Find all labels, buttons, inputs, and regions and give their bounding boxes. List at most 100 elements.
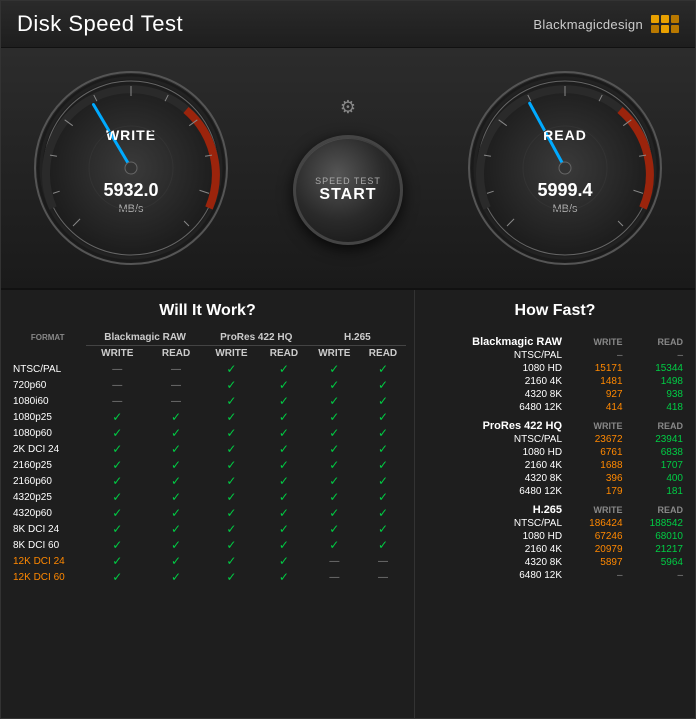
hf-row-label: 1080 HD xyxy=(423,530,566,543)
wit-cell: ✓ xyxy=(259,393,309,409)
data-section: Will It Work? FORMAT Blackmagic RAW ProR… xyxy=(1,290,695,718)
sq5 xyxy=(661,25,669,33)
wit-cell: ✓ xyxy=(360,377,406,393)
brand-squares xyxy=(651,15,679,33)
hf-write-val: – xyxy=(566,349,626,362)
brand-logo: Blackmagicdesign xyxy=(533,15,679,33)
start-button-line2: START xyxy=(319,186,376,204)
sq1 xyxy=(651,15,659,23)
wit-cell: ✓ xyxy=(204,393,259,409)
wit-cell: ✓ xyxy=(204,409,259,425)
wit-cell: ✓ xyxy=(86,521,148,537)
wit-cell: ✓ xyxy=(148,489,204,505)
hf-read-header: READ xyxy=(627,498,687,517)
start-button[interactable]: SPEED TEST START xyxy=(293,135,403,245)
wit-row-label: 2160p60 xyxy=(9,473,86,489)
hf-write-header: WRITE xyxy=(566,498,626,517)
hf-read-val: 400 xyxy=(627,472,687,485)
wit-cell: ✓ xyxy=(309,537,360,553)
hf-write-val: 67246 xyxy=(566,530,626,543)
hf-row-label: NTSC/PAL xyxy=(423,433,566,446)
wit-cell: — xyxy=(86,393,148,409)
wit-cell: ✓ xyxy=(86,553,148,569)
sq2 xyxy=(661,15,669,23)
hf-read-val: 15344 xyxy=(627,362,687,375)
wit-cell: ✓ xyxy=(309,377,360,393)
wit-cell: ✓ xyxy=(259,521,309,537)
wit-cell: ✓ xyxy=(360,361,406,377)
wit-cell: ✓ xyxy=(360,473,406,489)
wit-cell: ✓ xyxy=(148,537,204,553)
hf-row-label: 6480 12K xyxy=(423,569,566,582)
wit-cell: ✓ xyxy=(86,409,148,425)
hf-row-label: 1080 HD xyxy=(423,362,566,375)
wit-cell: ✓ xyxy=(204,537,259,553)
format-header: FORMAT xyxy=(9,330,86,346)
hf-write-val: – xyxy=(566,569,626,582)
hf-read-val: 23941 xyxy=(627,433,687,446)
wit-cell: ✓ xyxy=(148,457,204,473)
wit-cell: ✓ xyxy=(360,505,406,521)
wit-row-label: 1080i60 xyxy=(9,393,86,409)
wit-cell: ✓ xyxy=(259,553,309,569)
wit-cell: — xyxy=(309,553,360,569)
hf-write-header: WRITE xyxy=(566,330,626,349)
settings-button[interactable]: ⚙ xyxy=(332,91,364,123)
hf-write-val: 396 xyxy=(566,472,626,485)
hf-read-val: 21217 xyxy=(627,543,687,556)
start-button-line1: SPEED TEST xyxy=(315,176,381,186)
title-bar: Disk Speed Test Blackmagicdesign xyxy=(1,1,695,48)
wit-cell: ✓ xyxy=(204,473,259,489)
wit-cell: ✓ xyxy=(360,537,406,553)
read-gauge-svg: READ 5999.4 MB/s xyxy=(465,68,665,268)
wit-cell: ✓ xyxy=(360,441,406,457)
braw-write-sub: WRITE xyxy=(86,346,148,362)
hf-write-val: 15171 xyxy=(566,362,626,375)
hf-read-val: 6838 xyxy=(627,446,687,459)
prores-header: ProRes 422 HQ xyxy=(204,330,309,346)
wit-cell: — xyxy=(86,361,148,377)
wit-row-label: 12K DCI 60 xyxy=(9,569,86,585)
wit-cell: ✓ xyxy=(309,505,360,521)
wit-cell: ✓ xyxy=(204,361,259,377)
wit-cell: ✓ xyxy=(204,457,259,473)
hf-row-label: 6480 12K xyxy=(423,485,566,498)
hf-read-val: 181 xyxy=(627,485,687,498)
hf-row-label: 4320 8K xyxy=(423,556,566,569)
wit-cell: ✓ xyxy=(148,473,204,489)
hf-read-val: 5964 xyxy=(627,556,687,569)
hf-section-name: Blackmagic RAW xyxy=(423,330,566,349)
wit-cell: ✓ xyxy=(148,505,204,521)
wit-cell: ✓ xyxy=(360,457,406,473)
hf-write-val: 186424 xyxy=(566,517,626,530)
sq6 xyxy=(671,25,679,33)
empty-sub xyxy=(9,346,86,362)
hf-read-val: 68010 xyxy=(627,530,687,543)
pro-read-sub: READ xyxy=(259,346,309,362)
wit-cell: ✓ xyxy=(259,361,309,377)
wit-cell: ✓ xyxy=(259,489,309,505)
wit-row-label: 1080p25 xyxy=(9,409,86,425)
wit-cell: ✓ xyxy=(148,521,204,537)
wit-cell: ✓ xyxy=(360,393,406,409)
wit-row-label: 4320p25 xyxy=(9,489,86,505)
wit-cell: ✓ xyxy=(86,425,148,441)
wit-cell: ✓ xyxy=(204,441,259,457)
sq3 xyxy=(671,15,679,23)
wit-cell: ✓ xyxy=(86,473,148,489)
h265-read-sub: READ xyxy=(360,346,406,362)
wit-cell: — xyxy=(309,569,360,585)
wit-cell: ✓ xyxy=(259,457,309,473)
h265-write-sub: WRITE xyxy=(309,346,360,362)
hf-read-header: READ xyxy=(627,414,687,433)
wit-cell: ✓ xyxy=(204,489,259,505)
hf-row-label: 4320 8K xyxy=(423,388,566,401)
hf-row-label: 1080 HD xyxy=(423,446,566,459)
sq4 xyxy=(651,25,659,33)
hf-row-label: NTSC/PAL xyxy=(423,517,566,530)
wit-cell: ✓ xyxy=(204,569,259,585)
will-it-work-table: FORMAT Blackmagic RAW ProRes 422 HQ H.26… xyxy=(9,330,406,585)
hf-read-val: 418 xyxy=(627,401,687,414)
wit-cell: ✓ xyxy=(309,361,360,377)
wit-cell: ✓ xyxy=(86,569,148,585)
